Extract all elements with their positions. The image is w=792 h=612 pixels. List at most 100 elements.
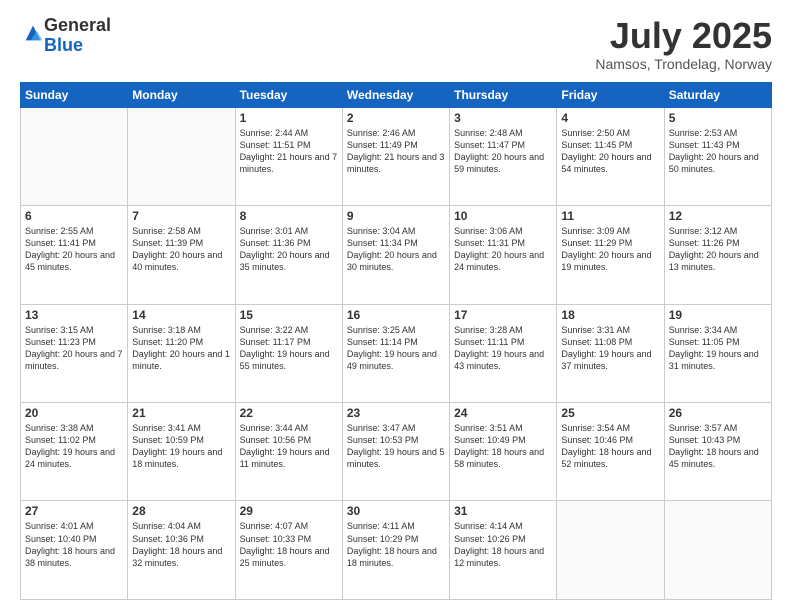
day-info: Sunrise: 3:09 AM Sunset: 11:29 PM Daylig… (561, 225, 659, 274)
day-info: Sunrise: 3:54 AM Sunset: 10:46 PM Daylig… (561, 422, 659, 471)
day-number: 26 (669, 406, 767, 420)
calendar-week-5: 27 Sunrise: 4:01 AM Sunset: 10:40 PM Dayl… (21, 501, 772, 600)
day-number: 9 (347, 209, 445, 223)
day-number: 11 (561, 209, 659, 223)
calendar-cell: 23 Sunrise: 3:47 AM Sunset: 10:53 PM Dayl… (342, 403, 449, 501)
day-number: 12 (669, 209, 767, 223)
day-info: Sunrise: 3:51 AM Sunset: 10:49 PM Daylig… (454, 422, 552, 471)
day-number: 14 (132, 308, 230, 322)
day-info: Sunrise: 4:07 AM Sunset: 10:33 PM Daylig… (240, 520, 338, 569)
day-number: 29 (240, 504, 338, 518)
day-number: 23 (347, 406, 445, 420)
day-info: Sunrise: 3:25 AM Sunset: 11:14 PM Daylig… (347, 324, 445, 373)
calendar-cell: 15Sunrise: 3:22 AM Sunset: 11:17 PM Dayl… (235, 304, 342, 402)
day-number: 3 (454, 111, 552, 125)
day-info: Sunrise: 3:31 AM Sunset: 11:08 PM Daylig… (561, 324, 659, 373)
day-number: 1 (240, 111, 338, 125)
calendar-cell (21, 107, 128, 205)
day-info: Sunrise: 3:38 AM Sunset: 11:02 PM Daylig… (25, 422, 123, 471)
calendar-cell: 5 Sunrise: 2:53 AM Sunset: 11:43 PM Dayli… (664, 107, 771, 205)
calendar-cell: 18 Sunrise: 3:31 AM Sunset: 11:08 PM Dayl… (557, 304, 664, 402)
day-number: 30 (347, 504, 445, 518)
logo-general-text: General (44, 15, 111, 35)
day-info: Sunrise: 3:28 AM Sunset: 11:11 PM Daylig… (454, 324, 552, 373)
day-number: 27 (25, 504, 123, 518)
day-number: 18 (561, 308, 659, 322)
logo-blue-text: Blue (44, 35, 83, 55)
calendar-cell: 25 Sunrise: 3:54 AM Sunset: 10:46 PM Dayl… (557, 403, 664, 501)
calendar-cell (557, 501, 664, 600)
calendar-cell: 16 Sunrise: 3:25 AM Sunset: 11:14 PM Dayl… (342, 304, 449, 402)
day-number: 16 (347, 308, 445, 322)
calendar-week-3: 13 Sunrise: 3:15 AM Sunset: 11:23 PM Dayl… (21, 304, 772, 402)
day-info: Sunrise: 3:22 AM Sunset: 11:17 PM Daylig… (240, 324, 338, 373)
calendar-cell: 17 Sunrise: 3:28 AM Sunset: 11:11 PM Dayl… (450, 304, 557, 402)
calendar-cell: 31Sunrise: 4:14 AM Sunset: 10:26 PM Dayl… (450, 501, 557, 600)
calendar-table: SundayMondayTuesdayWednesdayThursdayFrid… (20, 82, 772, 600)
day-info: Sunrise: 4:04 AM Sunset: 10:36 PM Daylig… (132, 520, 230, 569)
day-info: Sunrise: 3:15 AM Sunset: 11:23 PM Daylig… (25, 324, 123, 373)
day-number: 20 (25, 406, 123, 420)
logo: General Blue (20, 16, 111, 56)
day-info: Sunrise: 2:48 AM Sunset: 11:47 PM Daylig… (454, 127, 552, 176)
day-number: 5 (669, 111, 767, 125)
calendar-cell: 12 Sunrise: 3:12 AM Sunset: 11:26 PM Dayl… (664, 206, 771, 304)
day-info: Sunrise: 2:50 AM Sunset: 11:45 PM Daylig… (561, 127, 659, 176)
day-info: Sunrise: 3:57 AM Sunset: 10:43 PM Daylig… (669, 422, 767, 471)
day-info: Sunrise: 3:47 AM Sunset: 10:53 PM Daylig… (347, 422, 445, 471)
weekday-header-wednesday: Wednesday (342, 82, 449, 107)
logo-icon (22, 22, 44, 44)
weekday-header-saturday: Saturday (664, 82, 771, 107)
day-number: 13 (25, 308, 123, 322)
day-number: 24 (454, 406, 552, 420)
calendar-cell: 11 Sunrise: 3:09 AM Sunset: 11:29 PM Dayl… (557, 206, 664, 304)
weekday-header-tuesday: Tuesday (235, 82, 342, 107)
day-number: 6 (25, 209, 123, 223)
calendar-cell: 24 Sunrise: 3:51 AM Sunset: 10:49 PM Dayl… (450, 403, 557, 501)
page-header: General Blue July 2025 Namsos, Trondelag… (20, 16, 772, 72)
day-info: Sunrise: 4:01 AM Sunset: 10:40 PM Daylig… (25, 520, 123, 569)
day-info: Sunrise: 3:04 AM Sunset: 11:34 PM Daylig… (347, 225, 445, 274)
day-info: Sunrise: 3:44 AM Sunset: 10:56 PM Daylig… (240, 422, 338, 471)
day-number: 22 (240, 406, 338, 420)
calendar-cell: 20 Sunrise: 3:38 AM Sunset: 11:02 PM Dayl… (21, 403, 128, 501)
calendar-cell: 3 Sunrise: 2:48 AM Sunset: 11:47 PM Dayli… (450, 107, 557, 205)
day-number: 17 (454, 308, 552, 322)
day-info: Sunrise: 2:58 AM Sunset: 11:39 PM Daylig… (132, 225, 230, 274)
calendar-cell: 6 Sunrise: 2:55 AM Sunset: 11:41 PM Dayli… (21, 206, 128, 304)
day-info: Sunrise: 2:55 AM Sunset: 11:41 PM Daylig… (25, 225, 123, 274)
day-number: 21 (132, 406, 230, 420)
calendar-cell: 10Sunrise: 3:06 AM Sunset: 11:31 PM Dayl… (450, 206, 557, 304)
calendar-week-1: 1 Sunrise: 2:44 AM Sunset: 11:51 PM Dayli… (21, 107, 772, 205)
day-info: Sunrise: 3:12 AM Sunset: 11:26 PM Daylig… (669, 225, 767, 274)
day-number: 2 (347, 111, 445, 125)
calendar-cell: 7Sunrise: 2:58 AM Sunset: 11:39 PM Dayli… (128, 206, 235, 304)
day-info: Sunrise: 4:14 AM Sunset: 10:26 PM Daylig… (454, 520, 552, 569)
day-number: 8 (240, 209, 338, 223)
day-number: 19 (669, 308, 767, 322)
calendar-cell: 22 Sunrise: 3:44 AM Sunset: 10:56 PM Dayl… (235, 403, 342, 501)
calendar-cell: 13 Sunrise: 3:15 AM Sunset: 11:23 PM Dayl… (21, 304, 128, 402)
day-number: 25 (561, 406, 659, 420)
day-info: Sunrise: 3:18 AM Sunset: 11:20 PM Daylig… (132, 324, 230, 373)
calendar-cell: 28 Sunrise: 4:04 AM Sunset: 10:36 PM Dayl… (128, 501, 235, 600)
calendar-cell: 26 Sunrise: 3:57 AM Sunset: 10:43 PM Dayl… (664, 403, 771, 501)
calendar-cell: 4Sunrise: 2:50 AM Sunset: 11:45 PM Dayli… (557, 107, 664, 205)
day-number: 10 (454, 209, 552, 223)
calendar-cell (664, 501, 771, 600)
calendar-cell: 8Sunrise: 3:01 AM Sunset: 11:36 PM Dayli… (235, 206, 342, 304)
calendar-cell: 2Sunrise: 2:46 AM Sunset: 11:49 PM Dayli… (342, 107, 449, 205)
calendar-cell: 21Sunrise: 3:41 AM Sunset: 10:59 PM Dayl… (128, 403, 235, 501)
calendar-cell: 19Sunrise: 3:34 AM Sunset: 11:05 PM Dayl… (664, 304, 771, 402)
calendar-week-2: 6 Sunrise: 2:55 AM Sunset: 11:41 PM Dayli… (21, 206, 772, 304)
weekday-header-friday: Friday (557, 82, 664, 107)
day-info: Sunrise: 2:44 AM Sunset: 11:51 PM Daylig… (240, 127, 338, 176)
weekday-header-thursday: Thursday (450, 82, 557, 107)
day-info: Sunrise: 2:53 AM Sunset: 11:43 PM Daylig… (669, 127, 767, 176)
location-subtitle: Namsos, Trondelag, Norway (595, 56, 772, 72)
calendar-cell: 14 Sunrise: 3:18 AM Sunset: 11:20 PM Dayl… (128, 304, 235, 402)
day-number: 28 (132, 504, 230, 518)
month-title: July 2025 (595, 16, 772, 56)
weekday-header-sunday: Sunday (21, 82, 128, 107)
calendar-cell: 29 Sunrise: 4:07 AM Sunset: 10:33 PM Dayl… (235, 501, 342, 600)
